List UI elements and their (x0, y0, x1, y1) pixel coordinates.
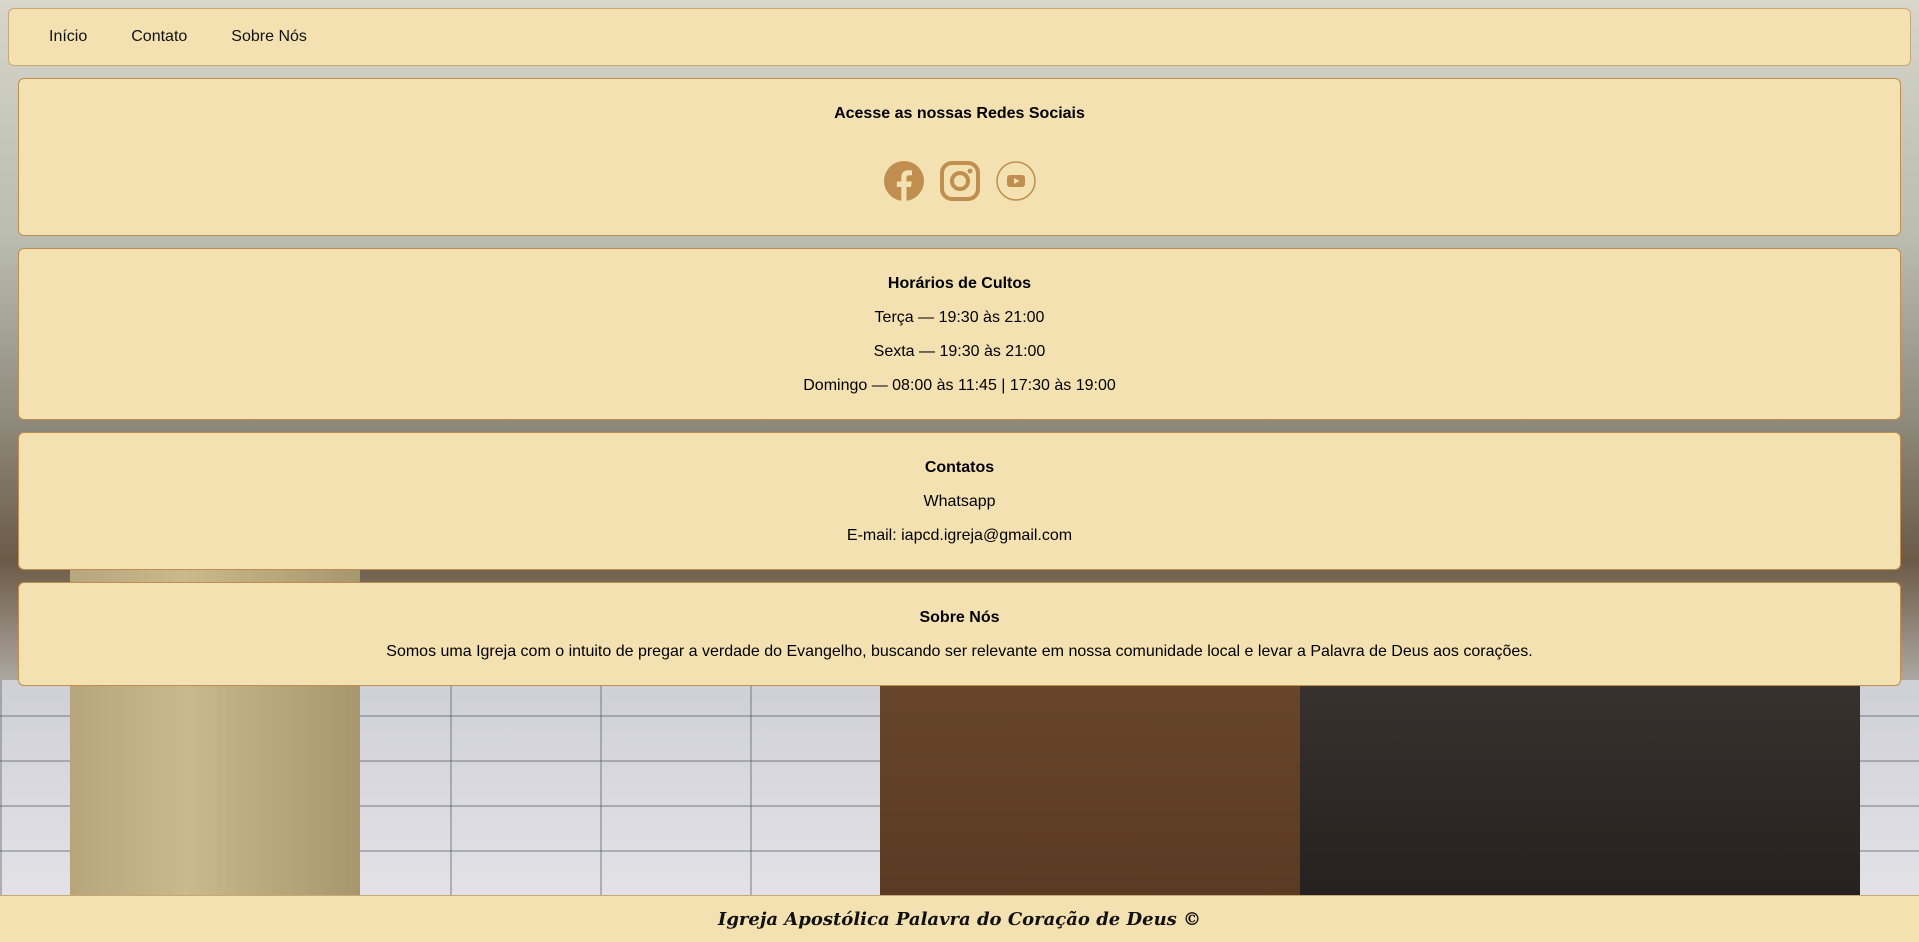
facebook-icon[interactable] (883, 161, 924, 201)
nav-link-sobre-nos[interactable]: Sobre Nós (231, 28, 307, 46)
sobre-nos-title: Sobre Nós (919, 609, 1000, 626)
social-icons-row (19, 161, 1900, 201)
contatos-card: Contatos Whatsapp E-mail: iapcd.igreja@g… (18, 432, 1901, 570)
nav-link-contato[interactable]: Contato (131, 28, 187, 46)
horario-domingo: Domingo — 08:00 às 11:45 | 17:30 às 19:0… (803, 377, 1116, 394)
navbar: Início Contato Sobre Nós (8, 8, 1911, 66)
footer: Igreja Apostólica Palavra do Coração de … (0, 895, 1919, 942)
horarios-card: Horários de Cultos Terça — 19:30 às 21:0… (18, 248, 1901, 420)
whatsapp-link[interactable]: Whatsapp (19, 493, 1900, 511)
social-media-card: Acesse as nossas Redes Sociais (18, 78, 1901, 236)
nav-link-inicio[interactable]: Início (49, 28, 87, 46)
sobre-nos-card: Sobre Nós Somos uma Igreja com o intuito… (18, 582, 1901, 686)
footer-text: Igreja Apostólica Palavra do Coração de … (717, 908, 1202, 930)
horario-terca: Terça — 19:30 às 21:00 (874, 309, 1045, 326)
instagram-icon[interactable] (939, 161, 980, 201)
youtube-icon[interactable] (995, 161, 1036, 201)
social-media-title: Acesse as nossas Redes Sociais (834, 105, 1085, 122)
contatos-title: Contatos (924, 459, 995, 476)
sobre-nos-text: Somos uma Igreja com o intuito de pregar… (386, 643, 1533, 660)
horario-sexta: Sexta — 19:30 às 21:00 (873, 343, 1046, 360)
horarios-title: Horários de Cultos (887, 275, 1032, 292)
email-text: E-mail: iapcd.igreja@gmail.com (846, 527, 1073, 544)
background-table (1300, 660, 1860, 900)
